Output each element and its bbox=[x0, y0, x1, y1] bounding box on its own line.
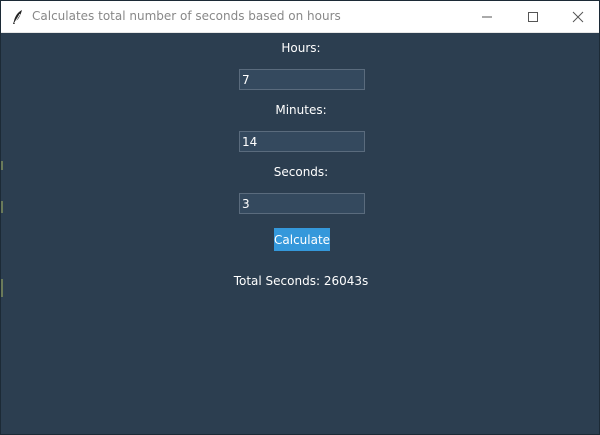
maximize-icon bbox=[528, 11, 538, 22]
minimize-icon bbox=[482, 16, 492, 17]
minutes-label: Minutes: bbox=[275, 103, 327, 117]
close-icon bbox=[572, 11, 584, 22]
close-button[interactable] bbox=[555, 1, 599, 32]
seconds-label: Seconds: bbox=[273, 165, 329, 179]
app-window: Calculates total number of seconds based… bbox=[0, 0, 600, 435]
feather-icon bbox=[13, 10, 22, 24]
edge-artifact bbox=[1, 201, 3, 213]
minimize-button[interactable] bbox=[464, 1, 510, 32]
seconds-input[interactable] bbox=[239, 193, 365, 214]
hours-input[interactable] bbox=[239, 69, 365, 90]
result-text: Total Seconds: 26043s bbox=[233, 274, 369, 288]
maximize-button[interactable] bbox=[510, 1, 556, 32]
hours-label: Hours: bbox=[281, 41, 321, 55]
window-title: Calculates total number of seconds based… bbox=[32, 9, 341, 23]
title-bar[interactable]: Calculates total number of seconds based… bbox=[1, 1, 599, 33]
calculate-button[interactable]: Calculate bbox=[274, 228, 330, 251]
minutes-input[interactable] bbox=[239, 131, 365, 152]
